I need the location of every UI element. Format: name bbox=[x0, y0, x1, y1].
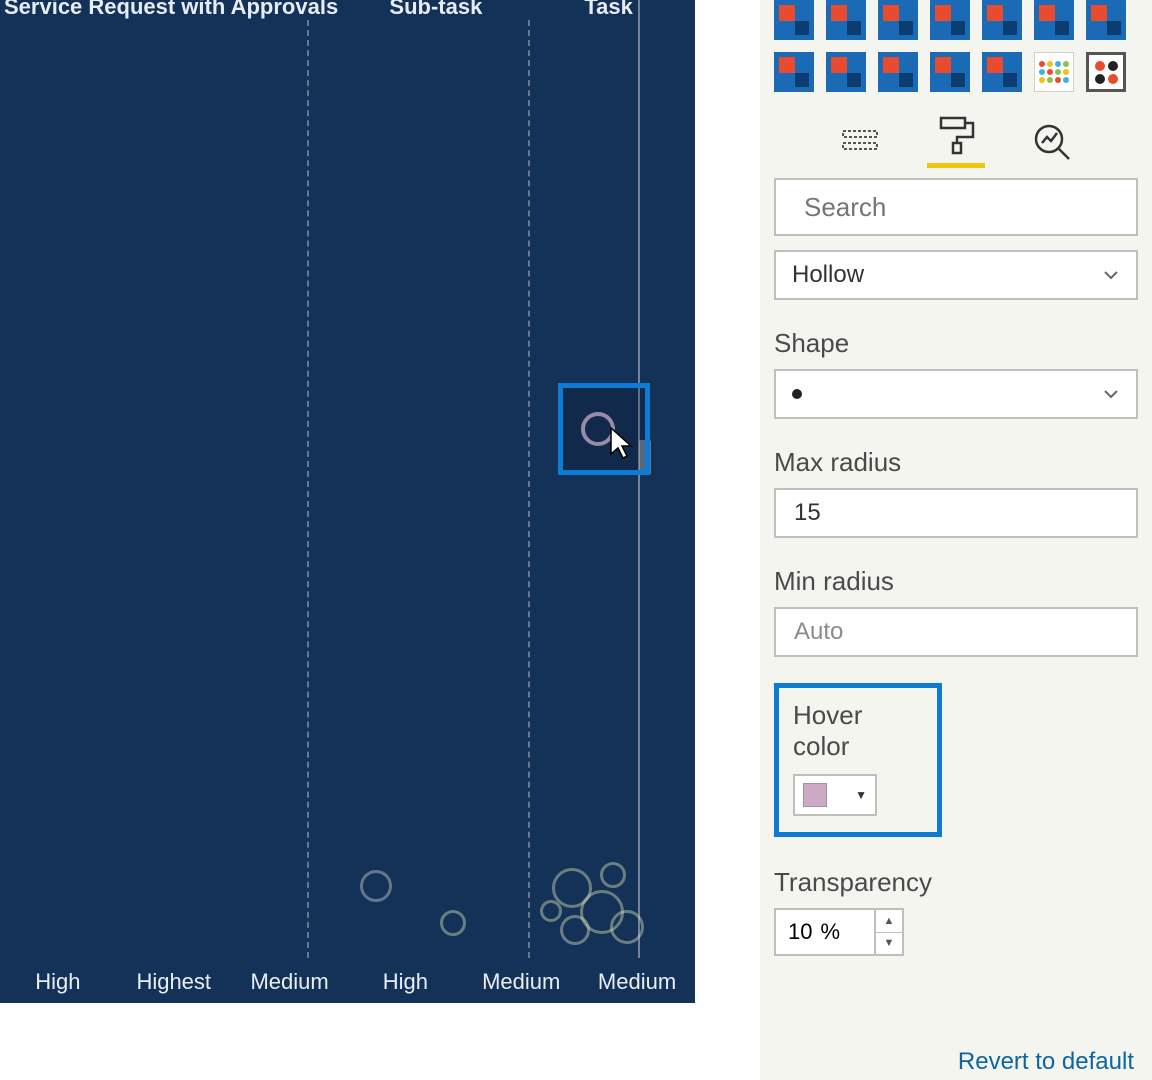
x-label: High bbox=[0, 969, 116, 995]
x-label: Highest bbox=[116, 969, 232, 995]
stepper-arrows: ▲ ▼ bbox=[874, 910, 902, 954]
data-bubble[interactable] bbox=[360, 870, 392, 902]
selected-data-point[interactable] bbox=[558, 383, 650, 475]
min-radius-input[interactable] bbox=[774, 607, 1138, 657]
viz-type-tile[interactable] bbox=[1086, 52, 1126, 92]
viz-type-tile[interactable] bbox=[1034, 52, 1074, 92]
viz-type-tile[interactable] bbox=[826, 0, 866, 40]
format-panel: Hollow Shape Max radius Min radius Hover… bbox=[760, 0, 1152, 1080]
tab-analytics[interactable] bbox=[1023, 121, 1081, 168]
viz-type-tile[interactable] bbox=[878, 0, 918, 40]
bee-swarm-icon bbox=[1095, 61, 1118, 84]
data-bubble[interactable] bbox=[440, 910, 466, 936]
transparency-label: Transparency bbox=[774, 867, 1138, 898]
panel-tabs bbox=[774, 116, 1138, 168]
col-header-1: Service Request with Approvals bbox=[0, 0, 350, 20]
chart-canvas[interactable]: Service Request with Approvals Sub-task … bbox=[0, 0, 695, 1003]
gridline-edge bbox=[638, 0, 640, 958]
min-radius-field[interactable] bbox=[792, 617, 1120, 647]
col-header-3: Task bbox=[522, 0, 695, 20]
x-axis-labels: High Highest Medium High Medium Medium bbox=[0, 969, 695, 995]
color-swatch-icon bbox=[803, 783, 827, 807]
viz-type-tile[interactable] bbox=[774, 0, 814, 40]
max-radius-label: Max radius bbox=[774, 447, 1138, 478]
data-bubble[interactable] bbox=[600, 862, 626, 888]
viz-type-tile[interactable] bbox=[982, 52, 1022, 92]
viz-type-tile[interactable] bbox=[982, 0, 1022, 40]
x-label: Medium bbox=[579, 969, 695, 995]
viz-type-tile[interactable] bbox=[774, 52, 814, 92]
dots-icon bbox=[1039, 61, 1069, 83]
max-radius-input[interactable] bbox=[774, 488, 1138, 538]
dropdown-value: Hollow bbox=[792, 261, 864, 289]
transparency-stepper[interactable]: 10 % ▲ ▼ bbox=[774, 908, 904, 956]
hover-color-section: Hover color ▼ bbox=[774, 683, 942, 837]
column-headers: Service Request with Approvals Sub-task … bbox=[0, 0, 695, 20]
stepper-down[interactable]: ▼ bbox=[876, 933, 902, 955]
gridline bbox=[528, 20, 530, 958]
data-bubble[interactable] bbox=[540, 900, 562, 922]
viz-type-tile[interactable] bbox=[930, 52, 970, 92]
marker-style-dropdown[interactable]: Hollow bbox=[774, 250, 1138, 300]
format-search[interactable] bbox=[774, 178, 1138, 236]
hover-color-label: Hover color bbox=[793, 700, 923, 762]
min-radius-label: Min radius bbox=[774, 566, 1138, 597]
data-bubble[interactable] bbox=[560, 915, 590, 945]
x-label: Medium bbox=[232, 969, 348, 995]
visualization-gallery bbox=[774, 0, 1138, 98]
tab-fields[interactable] bbox=[831, 121, 889, 168]
circle-shape-icon bbox=[792, 389, 802, 399]
chevron-down-icon bbox=[1102, 385, 1120, 403]
search-input[interactable] bbox=[802, 191, 1141, 224]
stepper-up[interactable]: ▲ bbox=[876, 910, 902, 933]
tab-format[interactable] bbox=[927, 114, 985, 168]
shape-dropdown[interactable] bbox=[774, 369, 1138, 419]
x-label: Medium bbox=[463, 969, 579, 995]
viz-type-tile[interactable] bbox=[930, 0, 970, 40]
viz-type-tile[interactable] bbox=[826, 52, 866, 92]
hover-color-picker[interactable]: ▼ bbox=[793, 774, 877, 816]
data-bubble[interactable] bbox=[610, 910, 644, 944]
viz-type-tile[interactable] bbox=[1034, 0, 1074, 40]
shape-label: Shape bbox=[774, 328, 1138, 359]
hover-ring-icon bbox=[581, 412, 615, 446]
x-label: High bbox=[347, 969, 463, 995]
viz-type-tile[interactable] bbox=[1086, 0, 1126, 40]
revert-to-default-link[interactable]: Revert to default bbox=[958, 1048, 1134, 1076]
chevron-down-icon bbox=[1102, 266, 1120, 284]
magnify-chart-icon bbox=[1031, 121, 1073, 163]
paint-roller-icon bbox=[935, 114, 977, 156]
fields-icon bbox=[839, 121, 881, 163]
caret-down-icon: ▼ bbox=[855, 788, 867, 802]
max-radius-field[interactable] bbox=[792, 498, 1120, 528]
transparency-value: 10 bbox=[788, 919, 812, 945]
col-header-2: Sub-task bbox=[350, 0, 523, 20]
viz-type-tile[interactable] bbox=[878, 52, 918, 92]
transparency-unit: % bbox=[820, 919, 840, 945]
gridline bbox=[307, 20, 309, 958]
